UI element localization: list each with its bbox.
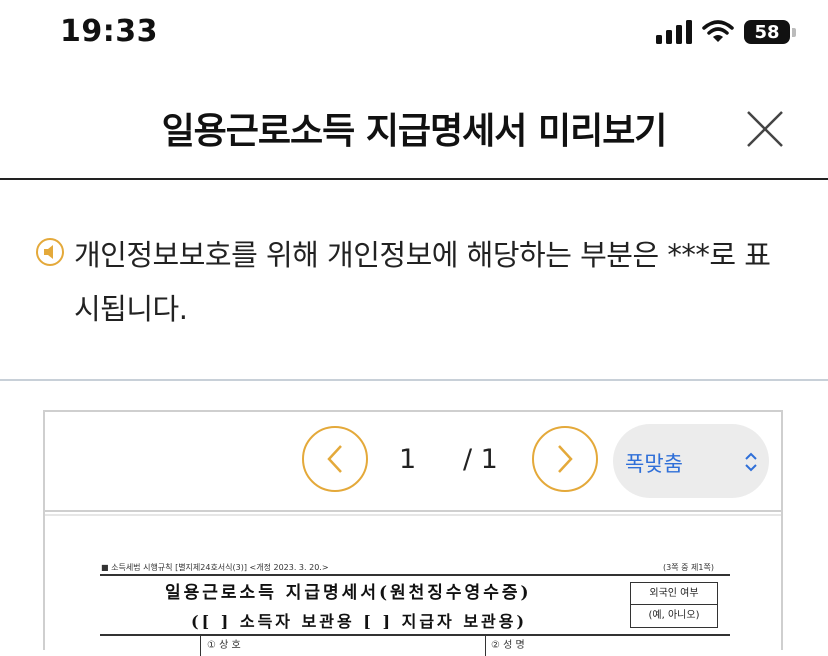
page-total: / 1 (463, 444, 498, 475)
divider (100, 634, 730, 636)
form-title: 일용근로소득 지급명세서(원천징수영수증) (165, 583, 532, 603)
page-current: 1 (399, 444, 417, 475)
zoom-label: 폭맞춤 (625, 452, 683, 476)
battery-icon: 58 (744, 20, 790, 44)
signal-icon (656, 20, 692, 44)
speaker-icon (36, 238, 64, 266)
viewer-toolbar: 1 / 1 폭맞춤 (45, 412, 781, 512)
divider (485, 636, 486, 656)
notice-text: 개인정보보호를 위해 개인정보에 해당하는 부분은 ***로 표시됩니다. (74, 238, 771, 326)
foreign-status-box: 외국인 여부 (예, 아니오) (630, 582, 718, 628)
next-page-button[interactable] (532, 426, 598, 492)
form-subtitle: ([ ] 소득자 보관용 [ ] 지급자 보관용) (191, 612, 528, 631)
close-icon[interactable] (744, 108, 786, 150)
form-reference: ■ 소득세법 시행규칙 [별지제24호서식(3)] <개정 2023. 3. 2… (101, 563, 329, 572)
battery-level: 58 (754, 21, 780, 43)
document-viewer: 1 / 1 폭맞춤 ■ 소득세법 시행규칙 [별지제24호서식(3)] <개정 … (43, 410, 783, 656)
zoom-select[interactable]: 폭맞춤 (613, 424, 769, 498)
chevron-left-icon (327, 445, 342, 473)
modal-header: 일용근로소득 지급명세서 미리보기 (0, 80, 828, 180)
status-icons: 58 (656, 20, 796, 44)
status-time: 19:33 (60, 14, 158, 49)
chevron-right-icon (558, 445, 573, 473)
document-page: ■ 소득세법 시행규칙 [별지제24호서식(3)] <개정 2023. 3. 2… (45, 514, 781, 656)
page-title: 일용근로소득 지급명세서 미리보기 (161, 111, 668, 152)
status-bar: 19:33 58 (0, 0, 828, 70)
privacy-notice: 개인정보보호를 위해 개인정보에 해당하는 부분은 ***로 표시됩니다. (0, 180, 828, 381)
up-down-chevron-icon (745, 452, 757, 472)
divider (100, 574, 730, 576)
wifi-icon (702, 20, 734, 42)
field-company: ① 상 호 (207, 640, 241, 651)
foreign-label: 외국인 여부 (649, 588, 699, 599)
prev-page-button[interactable] (302, 426, 368, 492)
battery-tip (792, 27, 796, 37)
foreign-options: (예, 아니오) (631, 604, 717, 626)
form-page-count: (3쪽 중 제1쪽) (663, 563, 714, 572)
divider (200, 636, 201, 656)
field-name: ② 성 명 (491, 640, 525, 651)
